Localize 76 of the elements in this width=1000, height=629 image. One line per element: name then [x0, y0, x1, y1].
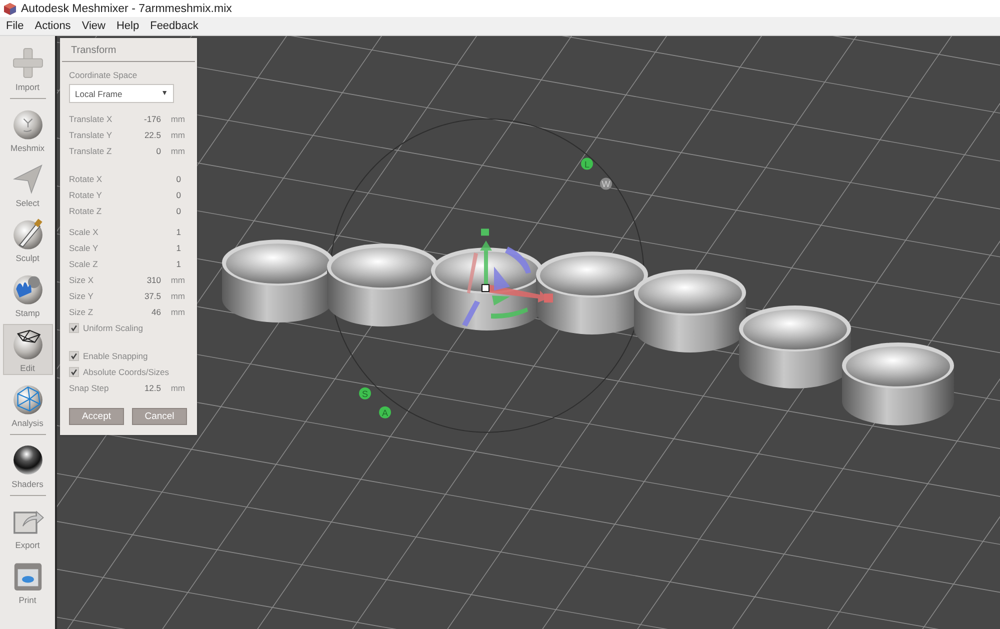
- transform-gizmo-drawing[interactable]: [462, 228, 553, 326]
- plus-icon: [10, 46, 44, 80]
- panel-button[interactable]: Cancel: [132, 408, 187, 425]
- tool-button[interactable]: Export: [2, 501, 52, 552]
- bowl[interactable]: [634, 270, 746, 352]
- value-field[interactable]: 0: [131, 146, 161, 156]
- value-field[interactable]: 46: [131, 307, 161, 317]
- field-label: Rotate Y: [69, 190, 103, 200]
- field-label: Snap Step: [69, 383, 110, 393]
- window-title: Autodesk Meshmixer - 7armmeshmix.mix: [21, 2, 232, 14]
- chrome-sphere-icon: [10, 443, 44, 477]
- tool-button[interactable]: Select: [2, 159, 52, 210]
- menu-item[interactable]: View: [76, 20, 110, 32]
- value-field[interactable]: 0: [131, 174, 185, 184]
- unit-label: mm: [170, 130, 185, 140]
- field-label: Size X: [69, 275, 95, 285]
- mesh-sphere-icon: [10, 327, 44, 361]
- bowl[interactable]: [842, 342, 954, 426]
- field-label: Scale Z: [69, 259, 99, 269]
- tool-button[interactable]: Meshmix: [2, 104, 52, 155]
- panel-title: Transform: [62, 38, 195, 62]
- field-label: Translate X: [69, 114, 114, 124]
- value-field[interactable]: 1: [131, 243, 185, 253]
- bowl[interactable]: [536, 252, 648, 334]
- unit-label: mm: [170, 275, 185, 285]
- unit-label: mm: [170, 307, 185, 317]
- tool-button[interactable]: Analysis: [2, 379, 52, 430]
- value-field[interactable]: 37.5: [131, 291, 161, 301]
- field-label: Coordinate Space: [69, 70, 138, 80]
- menu-item[interactable]: Feedback: [144, 20, 204, 32]
- checkbox[interactable]: [69, 323, 79, 333]
- value-field[interactable]: 12.5: [131, 383, 161, 393]
- checkbox[interactable]: [69, 367, 79, 377]
- app-logo-icon: [4, 2, 16, 14]
- bowl[interactable]: [222, 240, 334, 322]
- value-field[interactable]: 22.5: [131, 130, 161, 140]
- field-label: Translate Z: [69, 146, 113, 156]
- checkbox-option[interactable]: Enable Snapping: [69, 348, 187, 364]
- unit-label: mm: [170, 114, 185, 124]
- field-label: Scale Y: [69, 243, 100, 253]
- gizmo-handle[interactable]: S: [359, 387, 371, 400]
- menu-item[interactable]: Actions: [28, 20, 76, 32]
- panel-button[interactable]: Accept: [69, 408, 124, 425]
- bowl[interactable]: [739, 306, 851, 388]
- bowl[interactable]: [327, 244, 439, 326]
- tool-button[interactable]: Edit: [2, 324, 52, 375]
- field-label: Size Y: [69, 291, 94, 301]
- field-label: Size Z: [69, 307, 94, 317]
- value-field[interactable]: 310: [131, 275, 161, 285]
- checkbox-option[interactable]: Absolute Coords/Sizes: [69, 364, 187, 380]
- tool-button[interactable]: Sculpt: [2, 214, 52, 265]
- unit-label: mm: [170, 291, 185, 301]
- tool-button[interactable]: Shaders: [2, 440, 52, 491]
- field-label: Scale X: [69, 227, 100, 237]
- checkbox[interactable]: [69, 351, 79, 361]
- tool-button[interactable]: Print: [2, 556, 52, 607]
- value-field[interactable]: 0: [131, 190, 185, 200]
- value-field[interactable]: 1: [131, 259, 185, 269]
- tool-button[interactable]: Stamp: [2, 269, 52, 320]
- gizmo-handle[interactable]: W: [600, 178, 612, 190]
- unit-label: mm: [170, 146, 185, 156]
- field-label: Rotate X: [69, 174, 104, 184]
- gizmo-handle[interactable]: L: [581, 158, 593, 170]
- menu-item[interactable]: Help: [110, 20, 144, 32]
- gizmo-handle[interactable]: A: [379, 406, 391, 418]
- field-label: Translate Y: [69, 130, 113, 140]
- checkbox-option[interactable]: Uniform Scaling: [69, 320, 187, 336]
- tool-button[interactable]: Import: [2, 43, 52, 94]
- value-field[interactable]: 1: [131, 227, 185, 237]
- menu-item[interactable]: File: [0, 20, 29, 32]
- unit-label: mm: [170, 383, 185, 393]
- cursor-arrow-icon: [10, 162, 44, 196]
- brush-sphere-icon: [10, 217, 44, 251]
- field-label: Rotate Z: [69, 206, 103, 216]
- value-field[interactable]: -176: [131, 114, 161, 124]
- value-field[interactable]: 0: [131, 206, 185, 216]
